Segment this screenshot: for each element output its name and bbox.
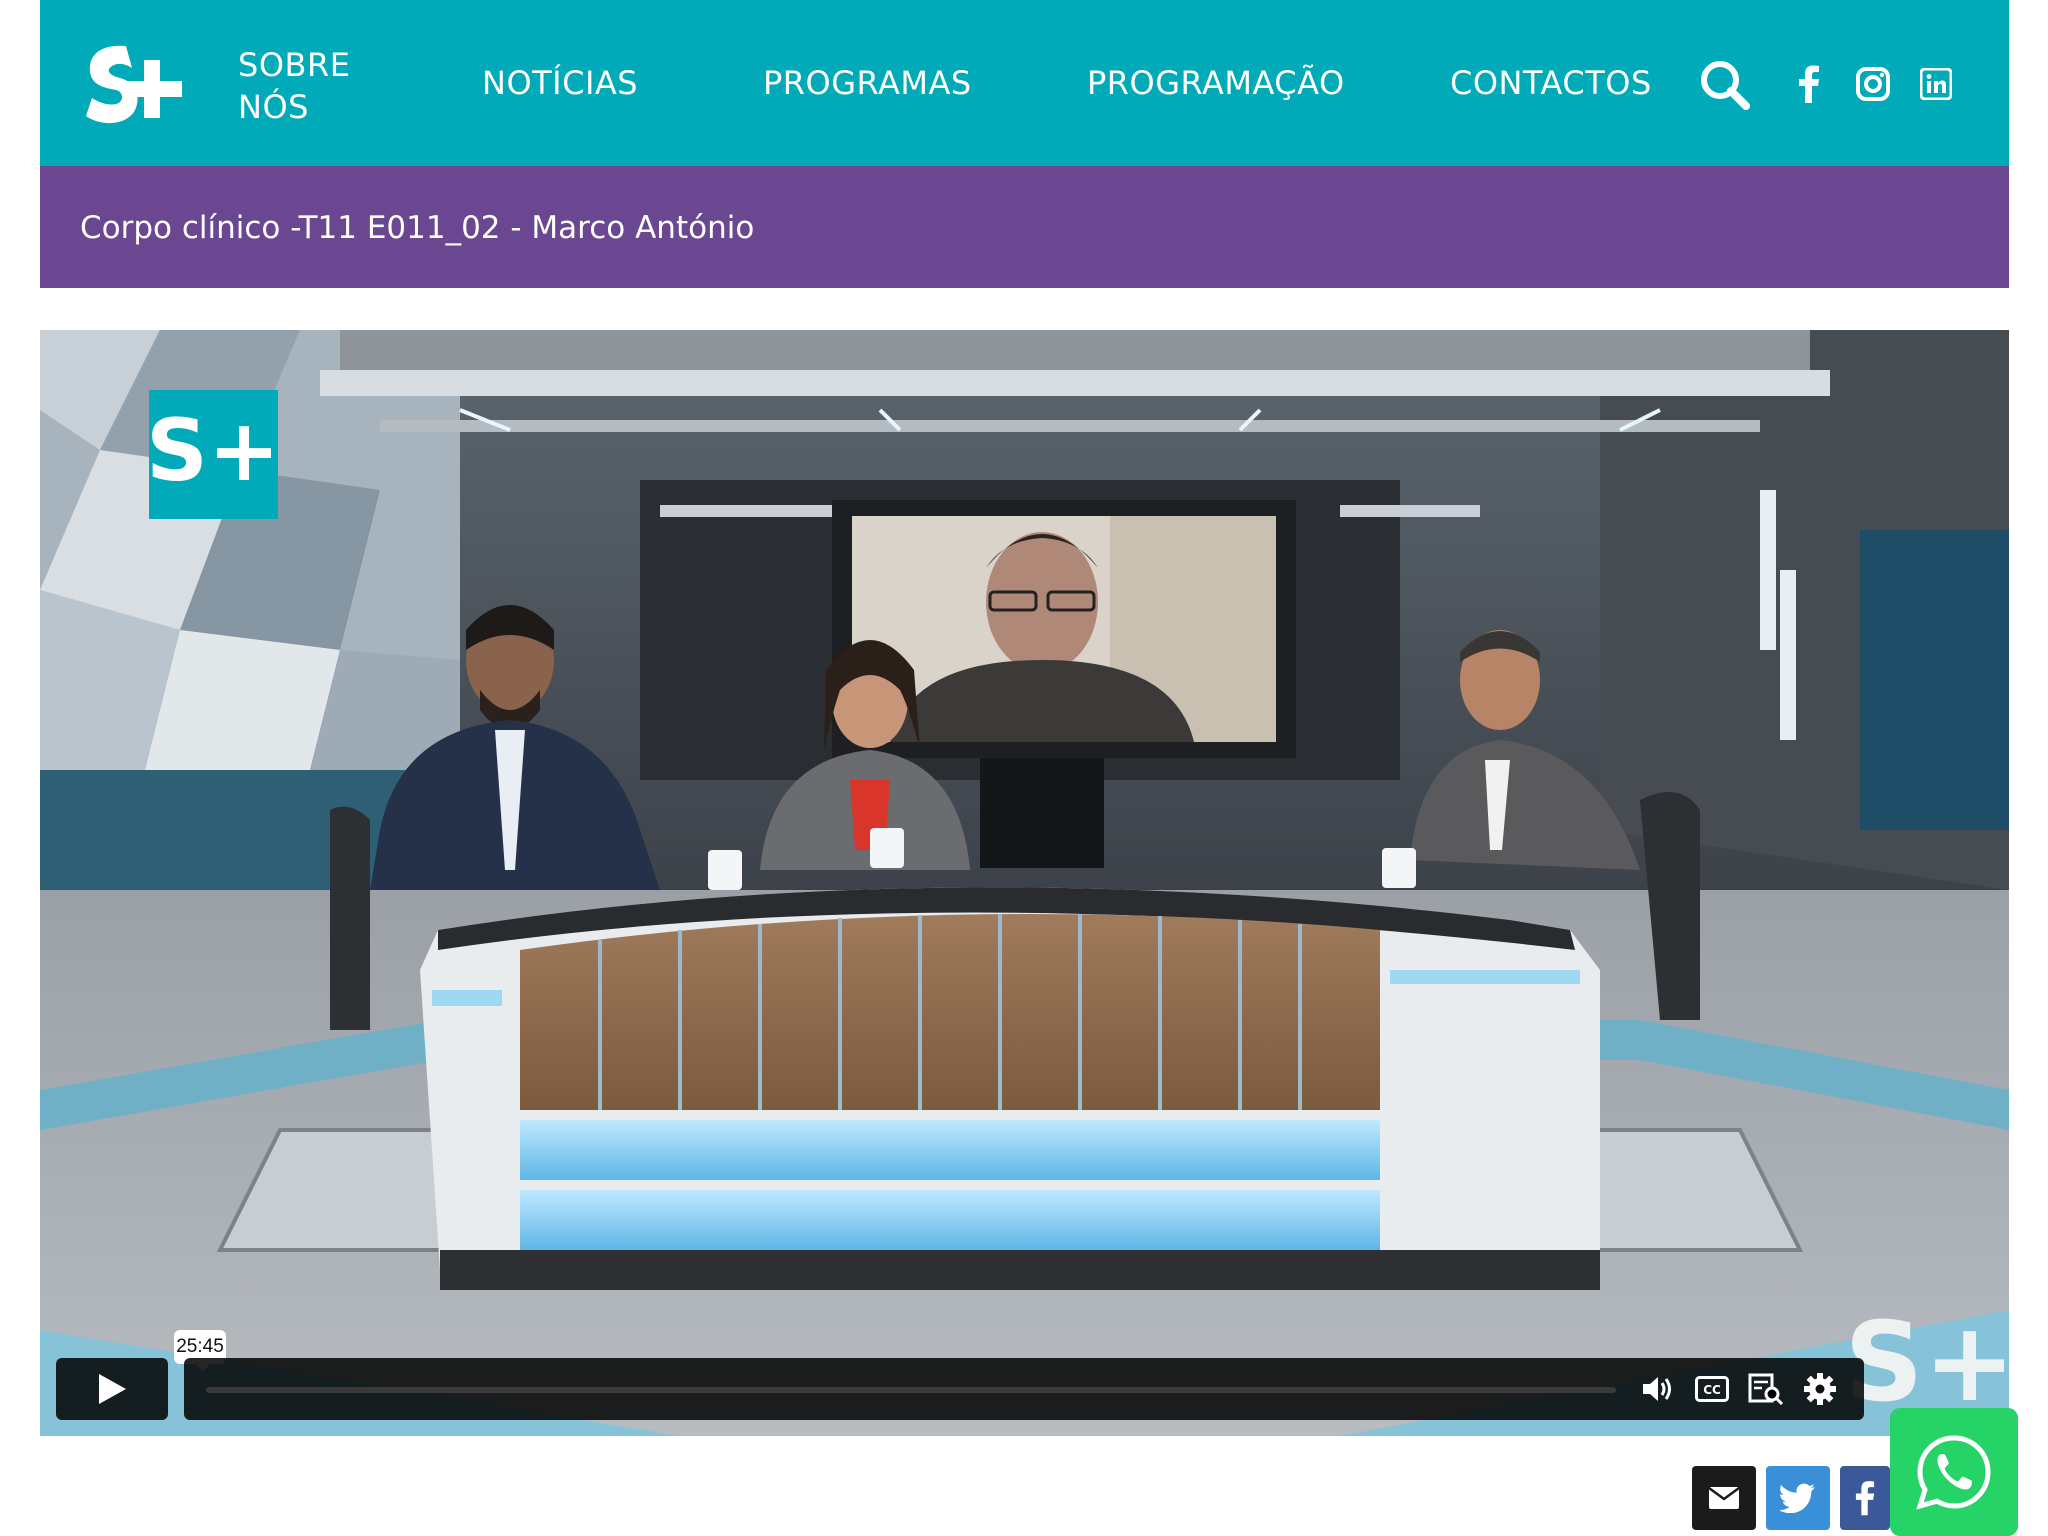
svg-text:S+: S+	[146, 401, 280, 501]
nav-noticias[interactable]: NOTÍCIAS	[482, 64, 638, 102]
logo-icon	[86, 45, 182, 124]
facebook-icon	[1855, 1481, 1875, 1516]
nav-sobre-nos[interactable]: SOBRE NÓS	[238, 44, 350, 128]
nav-contactos[interactable]: CONTACTOS	[1450, 64, 1652, 102]
play-button[interactable]	[56, 1358, 168, 1420]
nav-sobre-line1: SOBRE	[238, 46, 351, 84]
svg-text:S+: S+	[1844, 1298, 2009, 1426]
whatsapp-button[interactable]	[1890, 1408, 2018, 1536]
site-logo[interactable]	[82, 40, 186, 126]
twitter-icon	[1780, 1483, 1815, 1513]
video-player[interactable]: S+ S+ 25:45 CC	[40, 330, 2009, 1436]
search-icon[interactable]	[1698, 58, 1752, 112]
page: SOBRE NÓS NOTÍCIAS PROGRAMAS PROGRAMAÇÃO…	[0, 0, 2048, 1536]
site-header: SOBRE NÓS NOTÍCIAS PROGRAMAS PROGRAMAÇÃO…	[40, 0, 2009, 166]
progress-bar[interactable]	[206, 1387, 1616, 1393]
title-banner: Corpo clínico -T11 E011_02 - Marco Antón…	[40, 166, 2009, 288]
page-title: Corpo clínico -T11 E011_02 - Marco Antón…	[80, 210, 755, 246]
svg-text:CC: CC	[1703, 1383, 1721, 1397]
captions-icon[interactable]: CC	[1694, 1372, 1730, 1406]
share-email-button[interactable]	[1692, 1466, 1756, 1530]
settings-icon[interactable]	[1802, 1372, 1838, 1406]
volume-icon[interactable]	[1640, 1372, 1676, 1406]
play-icon	[99, 1374, 126, 1404]
email-icon	[1708, 1486, 1740, 1509]
nav-programas[interactable]: PROGRAMAS	[763, 64, 972, 102]
instagram-icon[interactable]	[1854, 64, 1892, 104]
facebook-icon[interactable]	[1792, 64, 1826, 104]
share-facebook-button[interactable]	[1840, 1466, 1890, 1530]
linkedin-icon[interactable]	[1918, 64, 1954, 104]
whatsapp-icon	[1916, 1435, 1991, 1510]
video-controls-bar: CC	[184, 1358, 1864, 1420]
video-frame: S+ S+	[40, 330, 2009, 1436]
nav-sobre-line2: NÓS	[238, 88, 309, 126]
nav-programacao[interactable]: PROGRAMAÇÃO	[1087, 64, 1345, 102]
transcript-icon[interactable]	[1748, 1372, 1784, 1406]
share-twitter-button[interactable]	[1766, 1466, 1830, 1530]
